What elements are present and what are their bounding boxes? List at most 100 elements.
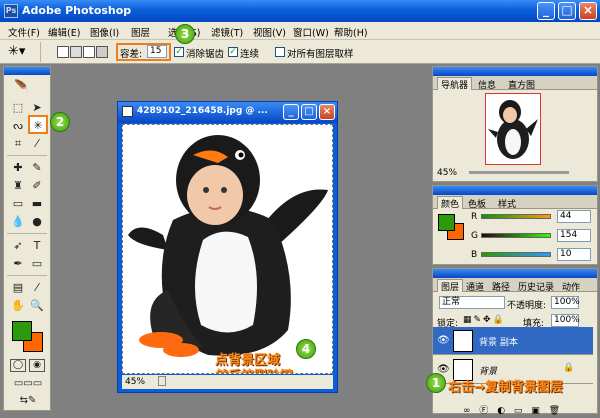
blend-mode-select[interactable]: 正常 xyxy=(439,296,505,309)
toolbox-separator xyxy=(7,275,47,276)
history-brush-icon[interactable]: ✐ xyxy=(28,177,46,194)
antialias-checkbox[interactable]: ✓ xyxy=(174,47,184,57)
all-layers-checkbox[interactable] xyxy=(275,47,285,57)
note-right-click: 右击→复制背景图层 xyxy=(448,380,563,395)
tab-paths[interactable]: 路径 xyxy=(489,280,513,293)
hand-tool-icon[interactable]: ✋ xyxy=(9,297,27,314)
tab-info[interactable]: 信息 xyxy=(475,78,499,91)
crop-tool-icon[interactable]: ⌗ xyxy=(9,135,27,152)
menu-help[interactable]: 帮助(H) xyxy=(334,25,368,39)
menu-file[interactable]: 文件(F) xyxy=(8,25,40,39)
channel-g-label: G xyxy=(471,231,478,241)
color-panel: 颜色 色板 样式 R 44 G 154 B 10 xyxy=(432,185,598,265)
opacity-input[interactable]: 100% xyxy=(551,296,580,309)
eyedropper-icon[interactable]: ⁄ xyxy=(28,279,46,296)
slice-tool-icon[interactable]: ⁄ xyxy=(28,135,46,152)
tab-styles[interactable]: 样式 xyxy=(495,197,519,210)
notes-tool-icon[interactable]: ▤ xyxy=(9,279,27,296)
move-tool-icon[interactable]: ➤ xyxy=(28,99,46,116)
brush-tool-icon[interactable]: ✎ xyxy=(28,159,46,176)
layer-row-background-copy[interactable]: 👁 背景 副本 xyxy=(433,327,593,355)
fill-input[interactable]: 100% xyxy=(551,314,580,327)
lasso-tool-icon[interactable]: ᔓ xyxy=(9,117,27,134)
layers-bottom-icons[interactable]: ∞ Ⓕ ◐ ▭ ▣ 🗑 xyxy=(463,403,563,416)
panel-header xyxy=(433,186,597,195)
channel-b-slider[interactable] xyxy=(481,252,551,257)
image-canvas[interactable]: 点背景区域 然后按删除键 xyxy=(122,124,333,374)
navigator-thumbnail[interactable] xyxy=(485,93,541,165)
channel-r-slider[interactable] xyxy=(481,214,551,219)
maximize-button[interactable]: □ xyxy=(558,2,576,20)
channel-b-value[interactable]: 10 xyxy=(557,248,591,261)
navigator-zoom[interactable]: 45% xyxy=(437,168,457,178)
path-selection-icon[interactable]: ➶ xyxy=(9,237,27,254)
magic-wand-preset-icon[interactable]: ✳▾ xyxy=(8,44,34,60)
blur-tool-icon[interactable]: 💧 xyxy=(9,213,27,230)
healing-brush-icon[interactable]: ✚ xyxy=(9,159,27,176)
tab-navigator[interactable]: 导航器 xyxy=(437,77,473,91)
channel-g-value[interactable]: 154 xyxy=(557,229,591,242)
menu-edit[interactable]: 编辑(E) xyxy=(48,25,80,39)
marquee-tool-icon[interactable]: ⬚ xyxy=(9,99,27,116)
channel-r-value[interactable]: 44 xyxy=(557,210,591,223)
menu-filter[interactable]: 滤镜(T) xyxy=(211,25,243,39)
doc-minimize-button[interactable]: _ xyxy=(283,104,299,120)
gradient-tool-icon[interactable]: ▬ xyxy=(28,195,46,212)
layer-thumbnail xyxy=(453,330,473,352)
tab-color[interactable]: 颜色 xyxy=(437,196,464,210)
options-bar: ✳▾ 容差: 15 ✓ 消除锯齿 ✓ 连续 对所有图层取样 xyxy=(0,40,600,64)
subtract-selection-icon[interactable] xyxy=(83,46,95,58)
visibility-eye-icon[interactable]: 👁 xyxy=(437,335,450,346)
minimize-button[interactable]: _ xyxy=(537,2,555,20)
tab-swatches[interactable]: 色板 xyxy=(465,197,489,210)
note-canvas-line2: 然后按删除键 xyxy=(215,365,293,373)
doc-close-button[interactable]: × xyxy=(319,104,335,120)
contiguous-checkbox[interactable]: ✓ xyxy=(228,47,238,57)
intersect-selection-icon[interactable] xyxy=(96,46,108,58)
layer-lock-icon: 🔒 xyxy=(563,363,575,373)
foreground-color-swatch[interactable] xyxy=(12,321,32,341)
standard-mode-icon[interactable]: ◯ xyxy=(10,359,26,372)
tab-channels[interactable]: 通道 xyxy=(463,280,487,293)
all-layers-label: 对所有图层取样 xyxy=(287,49,354,60)
jump-to-imageready-icon[interactable]: ⇆✎ xyxy=(8,394,48,407)
document-zoom[interactable]: 45% xyxy=(125,377,145,387)
tolerance-label: 容差: xyxy=(120,49,143,60)
menu-image[interactable]: 图像(I) xyxy=(90,25,119,39)
pen-tool-icon[interactable]: ✒ xyxy=(9,255,27,272)
menu-layer[interactable]: 图层 xyxy=(131,25,150,39)
doc-maximize-button[interactable]: □ xyxy=(301,104,317,120)
status-arrow-icon[interactable] xyxy=(158,376,166,386)
eraser-tool-icon[interactable]: ▭ xyxy=(9,195,27,212)
close-button[interactable]: × xyxy=(579,2,597,20)
dodge-tool-icon[interactable]: ● xyxy=(28,213,46,230)
app-title: Adobe Photoshop xyxy=(22,4,132,17)
menu-window[interactable]: 窗口(W) xyxy=(293,25,329,39)
divider xyxy=(40,42,41,62)
tab-actions[interactable]: 动作 xyxy=(559,280,583,293)
navigator-zoom-slider[interactable] xyxy=(469,171,569,174)
document-title: 4289102_216458.jpg @ ... xyxy=(137,106,268,116)
tab-layers[interactable]: 图层 xyxy=(437,279,464,293)
tab-histogram[interactable]: 直方图 xyxy=(505,78,538,91)
document-title-bar: 4289102_216458.jpg @ ... _ □ × xyxy=(118,102,337,123)
type-tool-icon[interactable]: T xyxy=(28,237,46,254)
new-selection-icon[interactable] xyxy=(57,46,69,58)
channel-g-slider[interactable] xyxy=(481,233,551,238)
tab-history[interactable]: 历史记录 xyxy=(515,280,557,293)
tolerance-input[interactable]: 15 xyxy=(147,45,167,58)
clone-stamp-icon[interactable]: ♜ xyxy=(9,177,27,194)
zoom-tool-icon[interactable]: 🔍 xyxy=(28,297,46,314)
step-2-badge: 2 xyxy=(50,112,70,132)
quick-mask-icon[interactable]: ◉ xyxy=(29,359,45,372)
shape-tool-icon[interactable]: ▭ xyxy=(28,255,46,272)
screen-mode-icons[interactable]: ▭▭▭ xyxy=(8,377,48,390)
magic-wand-tool-icon[interactable]: ✳ xyxy=(28,115,48,134)
color-foreground-swatch[interactable] xyxy=(438,214,455,231)
add-to-selection-icon[interactable] xyxy=(70,46,82,58)
lock-icons[interactable]: ▦✎✥🔒 xyxy=(463,315,506,325)
menu-view[interactable]: 视图(V) xyxy=(253,25,286,39)
document-status-bar: 45% xyxy=(122,375,333,389)
toolbox: 🪶 ⬚ ➤ ᔓ ✳ ⌗ ⁄ ✚ ✎ ♜ ✐ ▭ ▬ 💧 ● ➶ T ✒ ▭ ▤ … xyxy=(3,66,51,411)
contiguous-label: 连续 xyxy=(240,49,260,60)
